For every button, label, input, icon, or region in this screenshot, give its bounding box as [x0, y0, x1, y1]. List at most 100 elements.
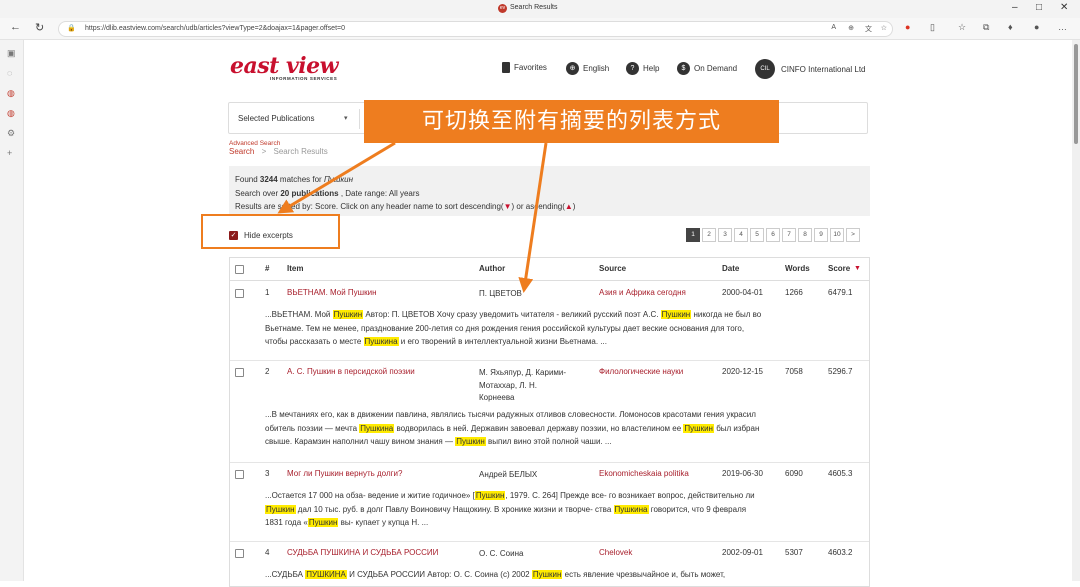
- tab-icon[interactable]: ◍: [7, 88, 15, 99]
- excerpt-text: ...СУДЬБА ПУШКИНА И СУДЬБА РОССИИ Автор:…: [265, 570, 726, 579]
- new-tab-icon[interactable]: +: [7, 148, 12, 158]
- nav-organization[interactable]: CIL CINFO International Ltd: [755, 59, 865, 79]
- page-10-button[interactable]: 10: [830, 228, 844, 242]
- lock-icon: 🔒: [67, 25, 76, 32]
- favorites-icon[interactable]: ☆: [958, 22, 966, 33]
- author-text: П. ЦВЕТОВ: [479, 289, 522, 298]
- select-all-checkbox[interactable]: [235, 265, 244, 274]
- author-text: М. Яхьяпур, Д. Карими- Мотаххар, Л. Н. Кор…: [479, 368, 567, 402]
- query-highlight: Пушкин: [455, 437, 486, 446]
- found-count: 3244: [259, 175, 278, 184]
- date-range: , Date range: All years: [338, 188, 420, 198]
- page-2-button[interactable]: 2: [702, 228, 716, 242]
- sort-asc-icon: ▲: [564, 202, 573, 211]
- query-highlight: Пушкин: [660, 310, 692, 319]
- close-icon[interactable]: ✕: [1060, 2, 1068, 13]
- sort-desc-icon[interactable]: ▼: [854, 265, 861, 272]
- globe-icon: ⊕: [566, 62, 579, 75]
- nav-favorites[interactable]: Favorites: [502, 62, 547, 73]
- table-header: # Item Author Source Date Words Score ▼: [230, 258, 869, 281]
- tab-icon[interactable]: ◍: [7, 108, 15, 119]
- item-link[interactable]: СУДЬБА ПУШКИНА И СУДЬБА РОССИИ: [287, 548, 438, 557]
- item-link[interactable]: Мог ли Пушкин вернуть долги?: [287, 469, 402, 478]
- browser-sidebar: ▣ ◌ ◍ ◍ ⚙ +: [0, 40, 24, 581]
- row-checkbox[interactable]: [235, 289, 244, 298]
- advanced-search-link[interactable]: Advanced Search: [229, 140, 328, 147]
- page-3-button[interactable]: 3: [718, 228, 732, 242]
- tab-actions-icon[interactable]: ▣: [7, 48, 16, 59]
- source-link[interactable]: Филологические науки: [599, 367, 683, 376]
- page-4-button[interactable]: 4: [734, 228, 748, 242]
- header-item[interactable]: Item: [287, 264, 303, 273]
- favorite-star-icon[interactable]: ☆: [881, 24, 887, 32]
- date-text: 2002-09-01: [722, 548, 763, 557]
- header-author[interactable]: Author: [479, 264, 505, 273]
- chevron-down-icon[interactable]: ▾: [344, 114, 348, 122]
- row-checkbox[interactable]: [235, 470, 244, 479]
- page-6-button[interactable]: 6: [766, 228, 780, 242]
- refresh-icon[interactable]: ↻: [35, 21, 44, 34]
- date-text: 2019-06-30: [722, 469, 763, 478]
- scrollbar-thumb[interactable]: [1074, 44, 1078, 144]
- zoom-icon[interactable]: ⊕: [848, 24, 854, 32]
- row-number: 2: [265, 367, 270, 376]
- header-date[interactable]: Date: [722, 264, 739, 273]
- row-number: 1: [265, 288, 270, 297]
- table-row: 3 Мог ли Пушкин вернуть долги? Андрей БЕЛЫ…: [230, 463, 869, 542]
- nav-language[interactable]: ⊕ English: [566, 62, 609, 75]
- collections-icon[interactable]: ⧉: [983, 22, 989, 33]
- item-link[interactable]: ВЬЕТНАМ. Мой Пушкин: [287, 288, 376, 297]
- nav-on-demand[interactable]: $ On Demand: [677, 62, 737, 75]
- logo-text: east view: [230, 53, 339, 79]
- tab-title[interactable]: Search Results: [510, 4, 557, 11]
- translate-icon[interactable]: 文: [865, 24, 872, 34]
- back-icon[interactable]: ←: [10, 21, 21, 33]
- page-5-button[interactable]: 5: [750, 228, 764, 242]
- profile-icon[interactable]: ●: [1034, 22, 1039, 32]
- query-highlight: Пушкина: [613, 504, 649, 514]
- item-link[interactable]: А. С. Пушкин в персидской поэзии: [287, 367, 415, 376]
- tab-icon[interactable]: ⚙: [7, 128, 15, 139]
- publication-scope-select[interactable]: Selected Publications: [238, 114, 315, 123]
- tab-icon[interactable]: ◌: [7, 68, 12, 78]
- url-field[interactable]: 🔒 https://dlib.eastview.com/search/udb/a…: [58, 21, 893, 37]
- annotation-callout: 可切换至附有摘要的列表方式: [364, 100, 779, 143]
- breadcrumb: Advanced Search Search > Search Results: [229, 140, 328, 156]
- over-prefix: Search over: [235, 188, 281, 198]
- source-link[interactable]: Ekonomicheskaia politika: [599, 469, 689, 478]
- header-score[interactable]: Score: [828, 264, 850, 273]
- words-text: 5307: [785, 548, 803, 557]
- header-words[interactable]: Words: [785, 264, 810, 273]
- page-7-button[interactable]: 7: [782, 228, 796, 242]
- page-9-button[interactable]: 9: [814, 228, 828, 242]
- maximize-icon[interactable]: □: [1036, 2, 1042, 13]
- page-1-button[interactable]: 1: [686, 228, 700, 242]
- header-num[interactable]: #: [265, 264, 269, 273]
- source-link[interactable]: Азия и Африка сегодня: [599, 288, 686, 297]
- minimize-icon[interactable]: –: [1012, 2, 1018, 13]
- header-source[interactable]: Source: [599, 264, 626, 273]
- table-row: 1 ВЬЕТНАМ. Мой Пушкин П. ЦВЕТОВ Азия и Афри…: [230, 282, 869, 361]
- author-text: Андрей БЕЛЫХ: [479, 470, 538, 479]
- browser-titlebar: ev Search Results – □ ✕: [0, 0, 1080, 18]
- nav-help[interactable]: ? Help: [626, 62, 659, 75]
- page-8-button[interactable]: 8: [798, 228, 812, 242]
- site-favicon-icon: ev: [498, 4, 507, 13]
- divider: [359, 109, 360, 129]
- query-highlight: Пушкин: [683, 423, 714, 433]
- nav-favorites-label: Favorites: [514, 63, 547, 72]
- extension-icon[interactable]: ●: [905, 22, 910, 32]
- more-menu-icon[interactable]: …: [1058, 22, 1067, 32]
- search-link[interactable]: Search: [229, 147, 254, 156]
- copilot-icon[interactable]: ♦: [1008, 22, 1013, 32]
- split-screen-icon[interactable]: ▯: [930, 22, 935, 33]
- eastview-logo[interactable]: east view INFORMATION SERVICES: [230, 53, 339, 81]
- found-mid: matches for: [277, 175, 324, 184]
- row-checkbox[interactable]: [235, 368, 244, 377]
- author-text: О. С. Соина: [479, 549, 524, 558]
- source-link[interactable]: Chelovek: [599, 548, 632, 557]
- row-checkbox[interactable]: [235, 549, 244, 558]
- annotation-highlight-box: [201, 214, 340, 249]
- read-aloud-icon[interactable]: A: [831, 24, 836, 31]
- next-page-button[interactable]: >: [846, 228, 860, 242]
